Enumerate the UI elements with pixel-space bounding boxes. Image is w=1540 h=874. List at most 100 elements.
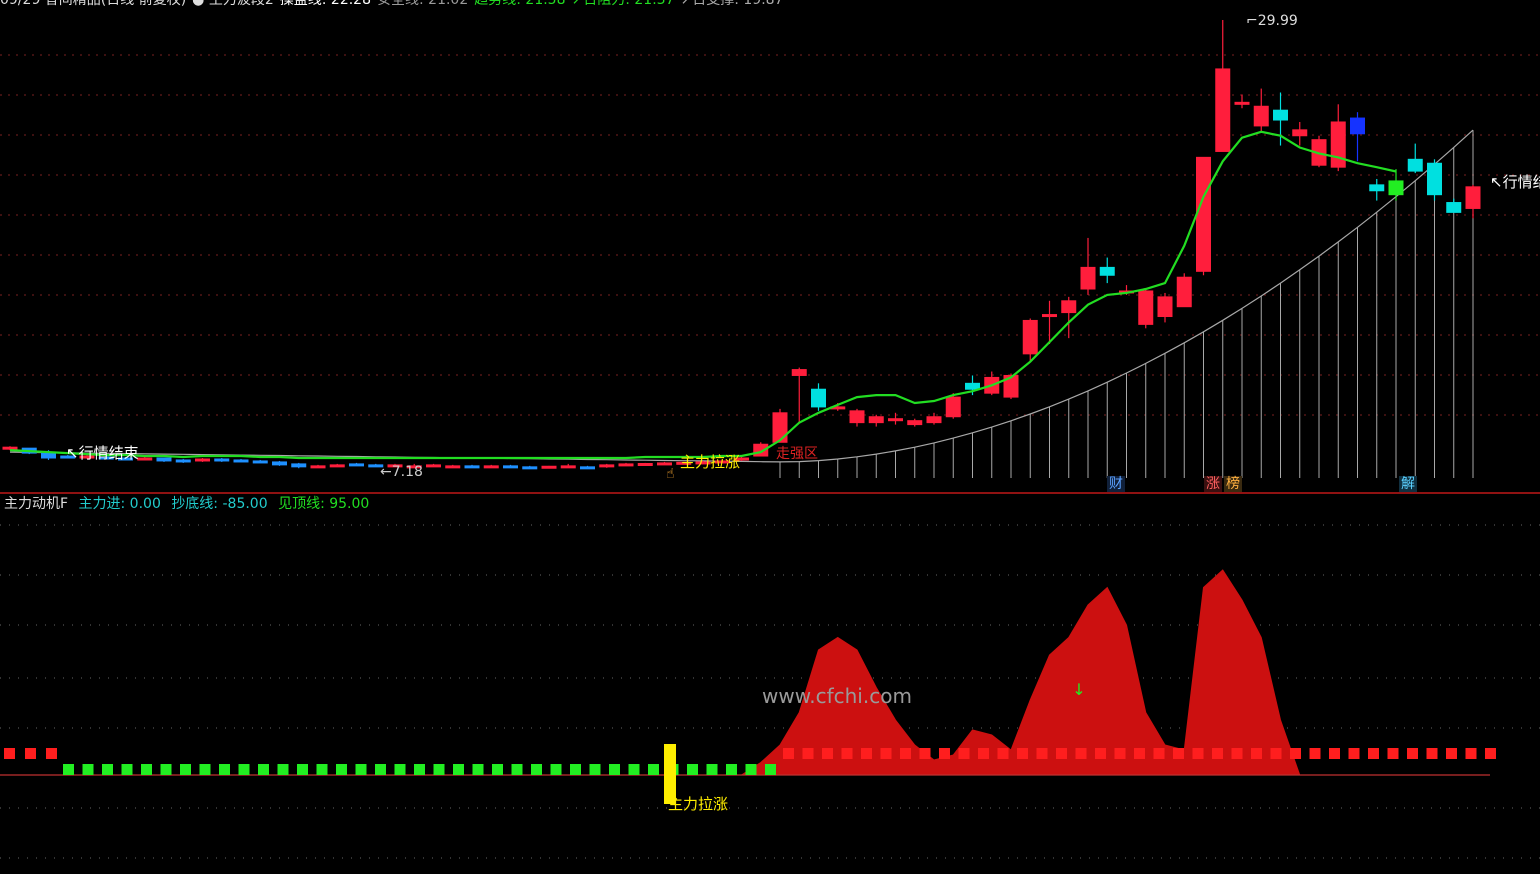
candle-body xyxy=(1427,162,1442,196)
candle-body xyxy=(233,459,249,463)
green-block xyxy=(238,764,250,775)
green-block xyxy=(297,764,308,775)
candle-body xyxy=(1253,105,1269,127)
candle-body xyxy=(426,464,441,468)
header-item-2: 操盘线: 22.28 xyxy=(279,0,371,8)
stock-chart-window: ↓ ⌐29.99←7.18↖行情结束↖行情结主力拉涨走强区主力拉涨☝ 09/29… xyxy=(0,0,1540,870)
red-block xyxy=(1426,748,1438,759)
candle-body xyxy=(291,463,307,468)
candle-body xyxy=(849,410,865,424)
red-block xyxy=(900,748,911,759)
candle-body xyxy=(1465,186,1481,209)
green-block xyxy=(121,764,133,775)
candle-body xyxy=(1099,266,1115,276)
red-block xyxy=(802,748,814,759)
green-block xyxy=(219,764,230,775)
candle-body xyxy=(926,416,942,424)
chart-canvas[interactable]: ↓ ⌐29.99←7.18↖行情结束↖行情结主力拉涨走强区主力拉涨☝ xyxy=(0,0,1540,870)
red-block xyxy=(1348,748,1360,759)
green-block xyxy=(745,764,757,775)
red-block xyxy=(1251,748,1262,759)
main-in-value: 主力进: 0.00 xyxy=(78,496,161,512)
green-block xyxy=(531,764,542,775)
candle-body xyxy=(1080,266,1096,290)
green-block xyxy=(570,764,581,775)
candle-body xyxy=(541,465,557,469)
red-block xyxy=(1192,748,1204,759)
red-block xyxy=(958,748,970,759)
candle-body xyxy=(483,465,499,469)
indicator-name: 主力动机F xyxy=(4,496,69,512)
candle-body xyxy=(1369,184,1385,192)
candle-body xyxy=(1176,276,1192,308)
red-block xyxy=(1446,748,1457,759)
green-block xyxy=(180,764,191,775)
header-item-6: ↗日支撑: 19.87 xyxy=(680,0,784,8)
strong-zone-label: 走强区 xyxy=(776,446,818,462)
green-block xyxy=(511,764,523,775)
candle-body xyxy=(1234,101,1250,105)
candle-body xyxy=(1157,296,1173,318)
red-block xyxy=(841,748,853,759)
green-block xyxy=(355,764,367,775)
event-tag-list[interactable]: 榜 xyxy=(1224,476,1242,492)
candle-body xyxy=(618,463,634,467)
red-block xyxy=(1231,748,1243,759)
event-tag-rise[interactable]: 涨 xyxy=(1204,476,1222,492)
red-block xyxy=(1114,748,1126,759)
red-block xyxy=(1075,748,1087,759)
candle-body xyxy=(310,465,326,469)
green-block xyxy=(492,764,503,775)
candle-body xyxy=(1022,319,1038,355)
candle-body xyxy=(1292,129,1308,137)
green-block xyxy=(472,764,484,775)
red-block xyxy=(880,748,892,759)
red-block xyxy=(1017,748,1028,759)
red-block xyxy=(1465,748,1477,759)
red-block xyxy=(861,748,872,759)
green-block xyxy=(277,764,289,775)
header-item-0: 09/29 昔间精品(日线 前复权) xyxy=(0,0,187,8)
red-block xyxy=(1407,748,1418,759)
candle-body xyxy=(1196,156,1211,272)
candle-body xyxy=(811,388,826,408)
candle-body xyxy=(1330,121,1346,168)
red-block xyxy=(1329,748,1340,759)
candle-body xyxy=(214,458,230,462)
red-block xyxy=(1134,748,1145,759)
header-item-4: 趋势线: 21.58 xyxy=(474,0,566,8)
green-block xyxy=(141,764,152,775)
red-block xyxy=(939,748,950,759)
indicator-header: 主力动机F 主力进: 0.00 抄底线: -85.00 见顶线: 95.00 xyxy=(4,496,375,512)
green-block xyxy=(63,764,74,775)
candle-body xyxy=(1407,158,1423,172)
red-block xyxy=(997,748,1009,759)
top-line-value: 见顶线: 95.00 xyxy=(278,496,370,512)
candle-body xyxy=(907,420,923,426)
red-block xyxy=(919,748,931,759)
candle-body xyxy=(252,460,268,464)
event-tag-unlock[interactable]: 解 xyxy=(1399,476,1417,492)
main-chart-header: 09/29 昔间精品(日线 前复权) ● 主力波段2 操盘线: 22.28 安全线: … xyxy=(0,0,789,8)
green-block xyxy=(628,764,640,775)
red-block xyxy=(1095,748,1106,759)
candle-body xyxy=(503,465,518,469)
green-block xyxy=(336,764,347,775)
event-tag-finance[interactable]: 财 xyxy=(1107,476,1125,492)
candle-body xyxy=(1273,109,1288,121)
green-block xyxy=(726,764,737,775)
candle-body xyxy=(599,464,615,468)
candle-body xyxy=(137,457,153,461)
red-block xyxy=(1056,748,1067,759)
candle-body xyxy=(272,461,287,466)
candle-body xyxy=(349,463,364,467)
high-price-label: ⌐29.99 xyxy=(1246,13,1298,29)
candle-body xyxy=(965,382,980,390)
red-block xyxy=(25,748,36,759)
pull-up-label: 主力拉涨 xyxy=(680,453,740,471)
green-block xyxy=(375,764,386,775)
red-block xyxy=(1387,748,1399,759)
hand-icon: ☝ xyxy=(666,466,675,482)
candle-body xyxy=(156,457,172,462)
header-item-5: ↗日阻力: 21.37 xyxy=(571,0,675,8)
